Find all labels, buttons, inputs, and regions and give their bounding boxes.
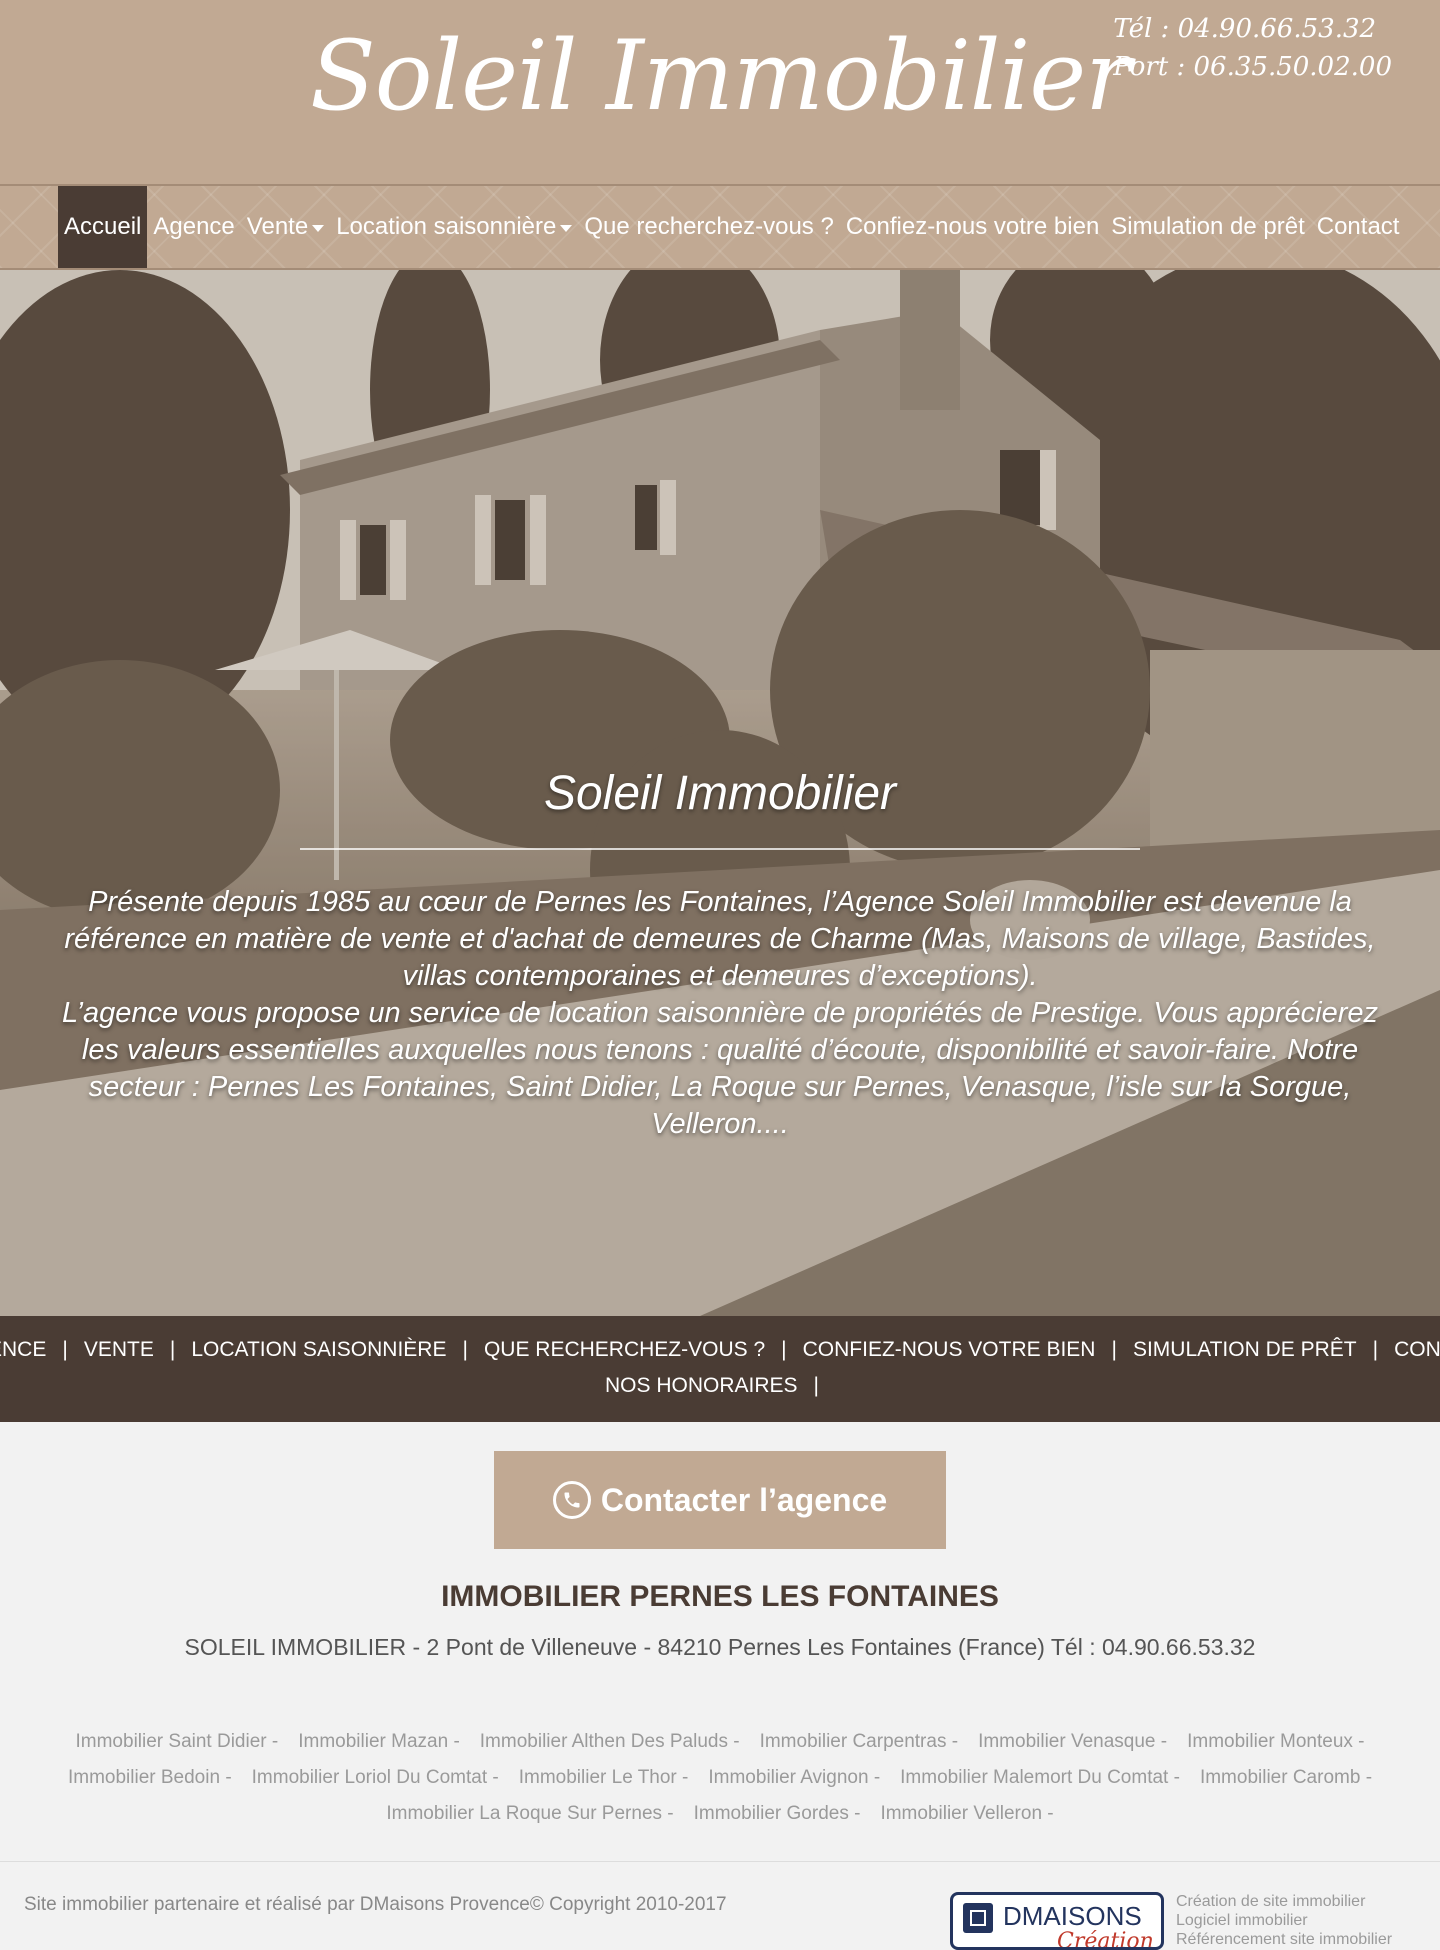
footer-credit: Site immobilier partenaire et réalisé pa…	[24, 1894, 727, 1915]
header-phones: Tél : 04.90.66.53.32 Port : 06.35.50.02.…	[1113, 10, 1392, 86]
nav-item-agence[interactable]: Agence	[147, 186, 240, 268]
contact-agency-button[interactable]: Contacter l’agence	[494, 1451, 946, 1549]
footer-nav-separator: |	[1372, 1338, 1379, 1361]
footer-link-0[interactable]: ENCE	[0, 1338, 46, 1361]
city-link[interactable]: Immobilier Malemort Du Comtat -	[900, 1767, 1180, 1788]
nav-item-label: Contact	[1316, 213, 1400, 240]
hero-intro: Présente depuis 1985 au cœur de Pernes l…	[60, 884, 1380, 1143]
footer-nav-separator: |	[462, 1338, 468, 1361]
main-nav-list: Accueil Agence Vente Location saisonnière Qu…	[58, 186, 1405, 268]
caret-down-icon	[312, 224, 325, 232]
hero-paragraph-2: L’agence vous propose un service de loca…	[61, 997, 1379, 1140]
city-link[interactable]: Immobilier Venasque -	[978, 1731, 1167, 1752]
footer-nav-row-1: ENCE | VENTE | LOCATION SAISONNIÈRE | QUE RECH…	[0, 1338, 1440, 1362]
site-header: Soleil Immobilier Tél : 04.90.66.53.32 P…	[0, 0, 1440, 184]
city-link[interactable]: Immobilier Carpentras -	[760, 1731, 959, 1752]
nav-item-location-saisonni-re[interactable]: Location saisonnière	[330, 186, 578, 268]
dmaisons-logo[interactable]: DMAISONS Création	[950, 1892, 1164, 1950]
footer-nav-separator: |	[62, 1338, 68, 1361]
contact-agency-label: Contacter l’agence	[600, 1481, 888, 1518]
city-link[interactable]: Immobilier Loriol Du Comtat -	[252, 1767, 499, 1788]
nav-item-que-recherchez-vous[interactable]: Que recherchez-vous ?	[578, 186, 839, 268]
dmaisons-services: Création de site immobilier Logiciel imm…	[1176, 1892, 1392, 1949]
agency-address: SOLEIL IMMOBILIER - 2 Pont de Villeneuve…	[184, 1634, 1256, 1660]
city-link[interactable]: Immobilier Mazan -	[298, 1731, 460, 1752]
phone-fixed[interactable]: Tél : 04.90.66.53.32	[1113, 10, 1392, 48]
phone-icon	[552, 1481, 591, 1519]
city-links: Immobilier Saint Didier - Immobilier Maza…	[30, 1724, 1410, 1832]
nav-item-label: Location saisonnière	[336, 213, 557, 240]
footer-link-1[interactable]: VENTE	[84, 1338, 154, 1361]
city-link[interactable]: Immobilier Bedoin -	[68, 1767, 232, 1788]
nav-item-label: Accueil	[64, 213, 142, 240]
nav-item-label: Confiez-nous votre bien	[845, 213, 1100, 240]
hero-banner: Soleil Immobilier Présente depuis 1985 a…	[0, 270, 1440, 1316]
footer-nav-separator: |	[781, 1338, 787, 1361]
footer-divider	[0, 1861, 1440, 1862]
hero-title: Soleil Immobilier	[543, 767, 897, 820]
dmaisons-logo-name: DMAISONS	[1003, 1901, 1142, 1931]
hero-divider	[300, 848, 1140, 850]
nav-item-vente[interactable]: Vente	[241, 186, 330, 268]
city-link[interactable]: Immobilier Gordes -	[694, 1803, 861, 1824]
footer-link-2[interactable]: LOCATION SAISONNIÈRE	[191, 1338, 446, 1361]
footer-nav-separator: |	[1111, 1338, 1117, 1361]
main-nav: Accueil Agence Vente Location saisonnière Qu…	[0, 184, 1440, 270]
hero-paragraph-1: Présente depuis 1985 au cœur de Pernes l…	[64, 886, 1376, 992]
footer-link-4[interactable]: CONFIEZ-NOUS VOTRE BIEN	[803, 1338, 1096, 1361]
seo-title: IMMOBILIER PERNES LES FONTAINES	[441, 1580, 999, 1613]
city-link[interactable]: Immobilier Caromb -	[1200, 1767, 1372, 1788]
nav-item-label: Agence	[153, 213, 235, 240]
footer-link-honoraires[interactable]: NOS HONORAIRES	[605, 1374, 798, 1397]
city-link[interactable]: Immobilier Le Thor -	[519, 1767, 689, 1788]
dmaisons-service-3: Référencement site immobilier	[1176, 1931, 1393, 1948]
dmaisons-logo-sub: Création	[1057, 1929, 1154, 1950]
city-link[interactable]: Immobilier Althen Des Paluds -	[480, 1731, 740, 1752]
nav-item-accueil[interactable]: Accueil	[58, 186, 148, 268]
city-link[interactable]: Immobilier Monteux -	[1187, 1731, 1364, 1752]
dmaisons-service-1: Création de site immobilier	[1176, 1893, 1366, 1910]
footer-nav-separator: |	[169, 1338, 176, 1361]
nav-item-label: Que recherchez-vous ?	[584, 213, 834, 240]
nav-item-label: Vente	[246, 213, 309, 240]
caret-down-icon	[560, 224, 573, 232]
city-link[interactable]: Immobilier Avignon -	[708, 1767, 880, 1788]
city-link[interactable]: Immobilier Velleron -	[880, 1803, 1053, 1824]
nav-item-label: Simulation de prêt	[1111, 213, 1305, 240]
footer-nav-row-2: NOS HONORAIRES |	[0, 1374, 1440, 1398]
nav-item-simulation-de-pr-t[interactable]: Simulation de prêt	[1105, 186, 1310, 268]
footer-link-3[interactable]: QUE RECHERCHEZ-VOUS ?	[484, 1338, 765, 1361]
footer-link-6[interactable]: CONTACT	[1394, 1338, 1440, 1361]
city-link[interactable]: Immobilier La Roque Sur Pernes -	[386, 1803, 673, 1824]
nav-item-contact[interactable]: Contact	[1311, 186, 1406, 268]
footer-link-5[interactable]: SIMULATION DE PRÊT	[1133, 1338, 1357, 1361]
nav-item-confiez-nous-votre-bien[interactable]: Confiez-nous votre bien	[840, 186, 1105, 268]
footer-nav-separator: |	[813, 1374, 819, 1397]
dmaisons-logo-icon	[963, 1903, 993, 1933]
city-link[interactable]: Immobilier Saint Didier -	[76, 1731, 279, 1752]
phone-mobile[interactable]: Port : 06.35.50.02.00	[1113, 48, 1392, 86]
dmaisons-service-2: Logiciel immobilier	[1176, 1912, 1308, 1929]
footer-nav: ENCE | VENTE | LOCATION SAISONNIÈRE | QUE RECH…	[0, 1316, 1440, 1422]
